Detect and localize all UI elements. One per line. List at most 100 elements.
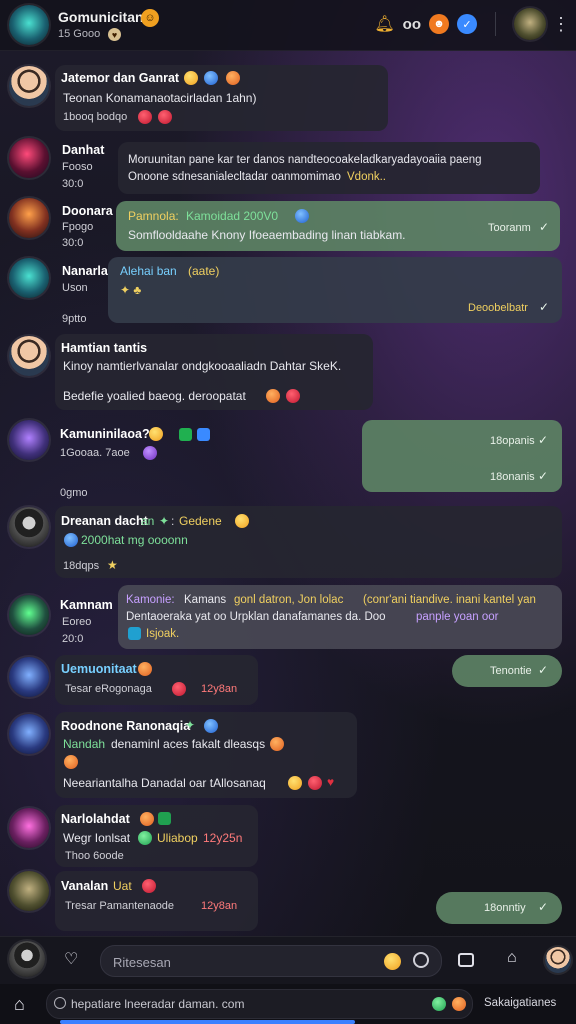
fire-emoji-icon — [172, 682, 186, 696]
message-text: 18opanis — [490, 435, 535, 447]
sender-name[interactable]: Jatemor dan Ganrat — [61, 71, 179, 86]
verified-icon[interactable]: ✓ — [457, 14, 477, 34]
avatar[interactable] — [9, 871, 49, 911]
account-avatar[interactable] — [545, 947, 571, 973]
message-time: 12y8an — [201, 683, 238, 695]
avatar[interactable] — [9, 808, 49, 848]
avatar[interactable] — [9, 258, 49, 298]
heart-emoji-icon — [138, 110, 152, 124]
avatar[interactable] — [9, 138, 49, 178]
message-bubble[interactable]: Moruunitan pane kar ter danos nandteocoa… — [118, 142, 540, 194]
sender-name[interactable]: Nanarla — [62, 264, 108, 279]
message-bubble[interactable]: Dreanan dacht an ✦ : Gedene 2000hat mg o… — [55, 506, 562, 578]
message-tag: Alehai ban — [120, 264, 177, 278]
sender-name[interactable]: Danhat — [62, 143, 104, 158]
message-text: Bedefie yoalied baeog. deroopatat — [63, 389, 246, 403]
read-check-icon: ✓ — [538, 433, 549, 447]
sender-name[interactable]: Dreanan dacht — [61, 514, 148, 529]
message-bubble[interactable]: Alehai ban (aate) ✦ ♣ Deoobelbatr ✓ — [108, 257, 562, 323]
avatar[interactable] — [9, 66, 49, 106]
name-highlight: Uat — [113, 879, 132, 893]
avatar[interactable] — [9, 714, 49, 754]
avatar[interactable] — [9, 657, 49, 697]
heart-icon: ♥ — [108, 28, 121, 41]
group-avatar[interactable] — [9, 5, 49, 45]
read-check-icon: ✓ — [538, 663, 549, 677]
message-time: 12y25n — [203, 831, 243, 845]
message-bubble-out[interactable]: 18onntiy ✓ — [436, 892, 562, 924]
sender-name[interactable]: Roodnone Ranonaqia — [61, 719, 190, 734]
message-text: Dentaoeraka yat oo Urpklan danafamanes d… — [126, 611, 386, 623]
message-highlight: Uliabop — [157, 831, 198, 845]
read-check-icon: ✓ — [538, 469, 549, 483]
url-text: hepatiare lneeradar daman. com — [71, 997, 245, 1011]
emoji-reaction-icon[interactable]: ☻ — [429, 14, 449, 34]
message-text: denaminl aces fakalt dleasqs — [111, 737, 266, 751]
message-time: Tooranm — [488, 222, 531, 234]
home-icon[interactable]: ⌂ — [14, 994, 25, 1015]
sender-name[interactable]: Vanalan — [61, 879, 108, 894]
emoji-picker-icon[interactable] — [384, 953, 401, 970]
message-bubble[interactable]: Vanalan Uat Tresar Pamantenaode 12y8an — [55, 871, 258, 931]
message-composer: ♡ ⌂ — [0, 936, 576, 985]
message-time: 30:0 — [62, 178, 84, 190]
more-menu-icon[interactable]: ⋮ — [552, 14, 570, 35]
avatar[interactable] — [9, 595, 49, 635]
smile-emoji-icon — [266, 389, 280, 403]
message-text: Wegr Ionlsat — [63, 831, 131, 845]
attach-icon[interactable] — [413, 952, 429, 968]
smile-emoji-icon — [288, 776, 302, 790]
cool-emoji-icon — [204, 719, 218, 733]
message-time: 0gmo — [60, 487, 88, 499]
app-icon — [197, 428, 210, 441]
address-bar[interactable]: hepatiare lneeradar daman. com — [46, 989, 473, 1019]
message-text: Neeariantalha Danadal oar tAllosanaq — [63, 776, 266, 790]
avatar[interactable] — [9, 198, 49, 238]
browser-bar: ⌂ hepatiare lneeradar daman. com Sakaiga… — [0, 984, 576, 1024]
message-input[interactable] — [111, 951, 375, 973]
sender-name[interactable]: Uemuonitaat — [61, 662, 137, 677]
sender-name[interactable]: Kamnam — [60, 598, 113, 613]
message-highlight: gonl datron, Jon lolac — [234, 594, 344, 606]
home-icon[interactable]: ⌂ — [507, 949, 517, 967]
message-bubble[interactable]: Hamtian tantis Kinoy namtierlvanalar ond… — [55, 334, 373, 410]
sparkle-icon: ✦ — [159, 514, 170, 528]
gallery-icon[interactable] — [458, 953, 474, 967]
wink-emoji-icon — [235, 514, 249, 528]
sender-name[interactable]: Doonara — [62, 204, 113, 219]
heart-outline-icon[interactable]: ♡ — [64, 949, 78, 969]
bell-icon[interactable]: 🔔︎ — [374, 14, 394, 34]
message-bubble[interactable]: Uemuonitaat Tesar eRogonaga 12y8an — [55, 655, 258, 705]
message-text: Somflooldaahe Knony Ifoeaembading linan … — [128, 228, 406, 242]
extension-icon[interactable] — [452, 997, 466, 1011]
avatar[interactable] — [9, 507, 49, 547]
browser-menu-label[interactable]: Sakaigatianes — [484, 996, 556, 1011]
avatar[interactable] — [9, 336, 49, 376]
profile-avatar[interactable] — [514, 8, 546, 40]
globe-emoji-icon — [64, 533, 78, 547]
my-avatar[interactable] — [9, 941, 45, 977]
message-bubble[interactable]: Roodnone Ranonaqia ✦ Nandah denaminl ace… — [55, 712, 357, 798]
site-info-icon[interactable] — [54, 997, 66, 1009]
sender-name[interactable]: Narlolahdat — [61, 812, 130, 827]
message-bubble-out[interactable]: 18opanis ✓ 18onanis ✓ — [362, 420, 562, 492]
smile-emoji-icon — [64, 755, 78, 769]
message-bubble[interactable]: Jatemor dan Ganrat Teonan Konamanaotacir… — [55, 65, 388, 131]
sender-name[interactable]: Hamtian tantis — [61, 341, 147, 356]
message-text: Onoone sdnesanialecltadar oanmomimao — [128, 171, 341, 183]
sender-sub: Eoreo — [62, 616, 92, 628]
message-bubble[interactable]: Kamonie: Kamans gonl datron, Jon lolac (… — [118, 585, 562, 649]
message-bubble-out[interactable]: Tenontie ✓ — [452, 655, 562, 687]
sticker-icon: ✦ ♣ — [120, 283, 142, 297]
message-bubble[interactable]: Narlolahdat Wegr Ionlsat Uliabop 12y25n … — [55, 805, 258, 867]
message-text: Isjoak. — [146, 628, 180, 640]
message-meta: 1Gooaa. 7aoe — [60, 447, 130, 459]
message-tag: Pamnola: — [128, 209, 179, 223]
avatar[interactable] — [9, 420, 49, 460]
sender-name[interactable]: Kamuninilaoa? — [60, 427, 150, 442]
message-bubble[interactable]: Pamnola: Kamoidad 200V0 Somflooldaahe Kn… — [116, 201, 560, 251]
chat-title[interactable]: Gomunicitan — [58, 9, 144, 25]
smile-emoji-icon — [140, 812, 154, 826]
extension-icon[interactable] — [432, 997, 446, 1011]
message-link[interactable]: Vdonk.. — [347, 170, 386, 185]
